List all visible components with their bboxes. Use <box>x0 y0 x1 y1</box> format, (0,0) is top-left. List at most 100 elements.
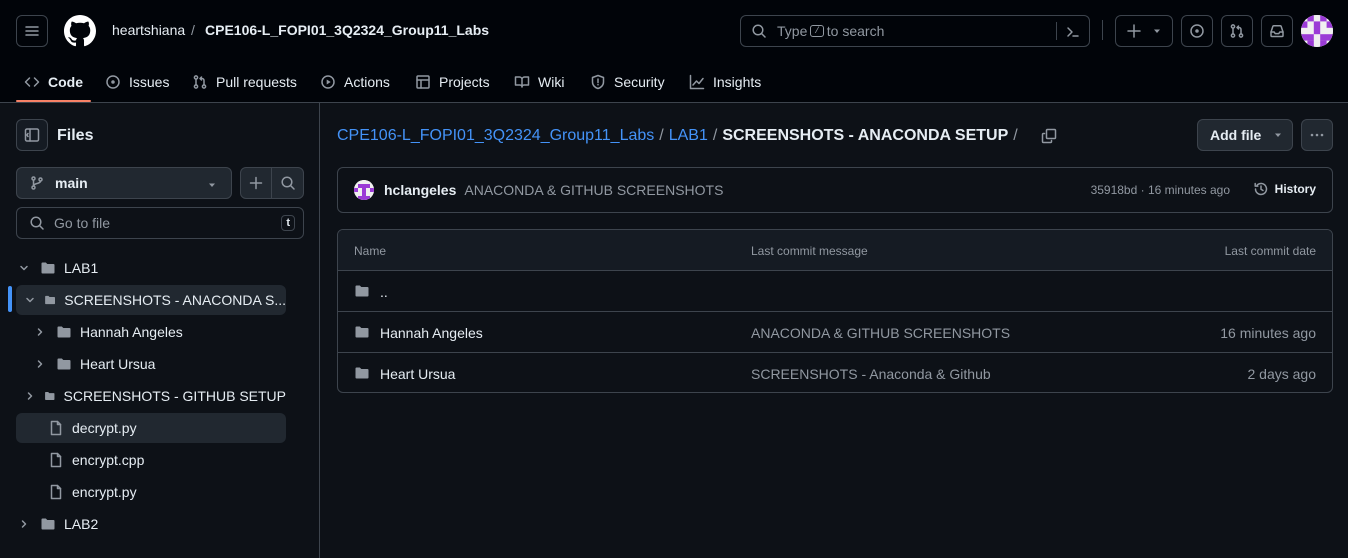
tab-label: Issues <box>129 74 170 90</box>
file-icon <box>50 420 62 436</box>
commit-author-avatar[interactable] <box>354 180 374 200</box>
menu-button[interactable] <box>16 15 48 47</box>
commit-message-link[interactable]: ANACONDA & GITHUB SCREENSHOTS <box>464 182 723 198</box>
table-header: Name Last commit message Last commit dat… <box>338 230 1332 271</box>
tab-code[interactable]: Code <box>16 62 91 102</box>
repo-name-link[interactable]: CPE106-L_FOPI01_3Q2324_Group11_Labs <box>205 22 489 38</box>
row-commit-message-link[interactable]: ANACONDA & GITHUB SCREENSHOTS <box>751 325 1010 341</box>
tree-item-label: decrypt.py <box>72 420 137 436</box>
search-files-button[interactable] <box>272 168 303 198</box>
tree-item-encrypt-py[interactable]: encrypt.py <box>16 477 286 507</box>
folder-icon <box>41 262 55 274</box>
kebab-horizontal-icon <box>1310 133 1324 137</box>
tab-insights[interactable]: Insights <box>689 62 761 102</box>
github-logo-icon[interactable] <box>64 15 96 47</box>
row-commit-message-link[interactable]: SCREENSHOTS - Anaconda & Github <box>751 366 991 382</box>
breadcrumb-repo-link[interactable]: CPE106-L_FOPI01_3Q2324_Group11_Labs <box>337 127 654 145</box>
branch-selector[interactable]: main <box>16 167 232 199</box>
pull-request-icon <box>193 75 207 89</box>
owner-link[interactable]: heartshiana <box>112 22 185 38</box>
search-shortcut-key: / <box>810 25 824 37</box>
tree-item-label: SCREENSHOTS - GITHUB SETUP <box>63 388 286 404</box>
chevron-down-icon <box>26 297 34 303</box>
commit-author-link[interactable]: hclangeles <box>384 182 456 198</box>
go-to-file-shortcut: t <box>281 215 295 231</box>
folder-icon <box>57 326 71 338</box>
caret-down-icon <box>209 183 215 187</box>
tree-item-lab1[interactable]: LAB1 <box>16 253 286 283</box>
tree-item-decrypt-py[interactable]: decrypt.py <box>16 413 286 443</box>
parent-directory-link[interactable]: .. <box>380 284 388 300</box>
tree-item-hannah-angeles[interactable]: Hannah Angeles <box>32 317 286 347</box>
file-icon <box>50 484 62 500</box>
commit-hash-time[interactable]: 35918bd · 16 minutes ago <box>1091 183 1230 197</box>
identicon-avatar-icon <box>1301 15 1333 47</box>
folder-icon <box>355 285 369 297</box>
tab-projects[interactable]: Projects <box>415 62 490 102</box>
notifications-button[interactable] <box>1261 15 1293 47</box>
tree-item-label: SCREENSHOTS - ANACONDA S... <box>64 292 286 308</box>
table-row[interactable]: Hannah Angeles ANACONDA & GITHUB SCREENS… <box>338 312 1332 353</box>
path-separator: / <box>191 22 195 38</box>
tab-label: Projects <box>439 74 490 90</box>
folder-open-icon <box>45 295 56 305</box>
column-header-name: Name <box>354 244 387 258</box>
tree-item-screenshots-anaconda[interactable]: SCREENSHOTS - ANACONDA S... <box>16 285 286 315</box>
your-pull-requests-button[interactable] <box>1221 15 1253 47</box>
search-input[interactable]: Type / to search <box>740 15 1090 47</box>
chevron-right-icon <box>37 328 43 336</box>
tab-label: Security <box>614 74 665 90</box>
selected-indicator <box>8 286 12 312</box>
add-file-button[interactable] <box>241 168 273 198</box>
create-new-button[interactable] <box>1115 15 1173 47</box>
folder-icon <box>41 518 55 530</box>
file-tree-sidebar: Files main Go to file t LAB1 SCREENSHOTS… <box>0 103 320 558</box>
tree-item-label: LAB1 <box>64 260 99 276</box>
breadcrumb-folder-link[interactable]: LAB1 <box>669 127 708 145</box>
caret-down-icon <box>1154 29 1160 33</box>
tree-item-label: Hannah Angeles <box>80 324 183 340</box>
tab-wiki[interactable]: Wiki <box>514 62 564 102</box>
tree-item-screenshots-github[interactable]: SCREENSHOTS - GITHUB SETUP <box>24 381 286 411</box>
tab-actions[interactable]: Actions <box>320 62 390 102</box>
tree-item-encrypt-cpp[interactable]: encrypt.cpp <box>16 445 286 475</box>
tab-pull-requests[interactable]: Pull requests <box>192 62 297 102</box>
user-avatar[interactable] <box>1301 15 1333 47</box>
tree-item-label: encrypt.cpp <box>72 452 145 468</box>
hamburger-icon <box>25 26 39 36</box>
search-placeholder-prefix: Type <box>777 23 808 39</box>
tab-issues[interactable]: Issues <box>105 62 169 102</box>
copy-path-icon[interactable] <box>1041 128 1057 144</box>
table-row[interactable]: Heart Ursua SCREENSHOTS - Anaconda & Git… <box>338 353 1332 392</box>
inbox-icon <box>1270 25 1284 38</box>
folder-icon <box>355 367 369 379</box>
more-options-button[interactable] <box>1301 119 1333 151</box>
tab-label: Insights <box>713 74 762 90</box>
parent-directory-row[interactable]: .. <box>338 271 1332 312</box>
caret-down-icon <box>1275 133 1282 137</box>
shield-icon <box>591 74 605 90</box>
search-placeholder-suffix: to search <box>826 23 885 39</box>
search-icon <box>752 24 766 38</box>
history-button[interactable]: History <box>1253 181 1316 197</box>
folder-icon <box>355 326 369 338</box>
row-commit-date: 2 days ago <box>1247 366 1317 382</box>
sidebar-title: Files <box>57 127 94 144</box>
folder-name-link[interactable]: Heart Ursua <box>380 366 455 382</box>
your-issues-button[interactable] <box>1181 15 1213 47</box>
branch-icon <box>31 176 43 190</box>
tree-item-heart-ursua[interactable]: Heart Ursua <box>32 349 286 379</box>
tree-item-lab2[interactable]: LAB2 <box>16 509 286 539</box>
main-content: CPE106-L_FOPI01_3Q2324_Group11_Labs / LA… <box>321 103 1348 558</box>
breadcrumb-separator: / <box>712 127 718 144</box>
header-divider <box>1102 20 1103 40</box>
go-to-file-input[interactable]: Go to file t <box>16 207 304 239</box>
command-palette-icon[interactable] <box>1065 24 1081 40</box>
table-icon <box>416 75 430 89</box>
issue-icon <box>106 75 120 89</box>
collapse-sidebar-button[interactable] <box>16 119 48 151</box>
add-file-button[interactable]: Add file <box>1197 119 1293 151</box>
folder-name-link[interactable]: Hannah Angeles <box>380 325 483 341</box>
search-divider <box>1056 22 1057 40</box>
tab-security[interactable]: Security <box>590 62 665 102</box>
